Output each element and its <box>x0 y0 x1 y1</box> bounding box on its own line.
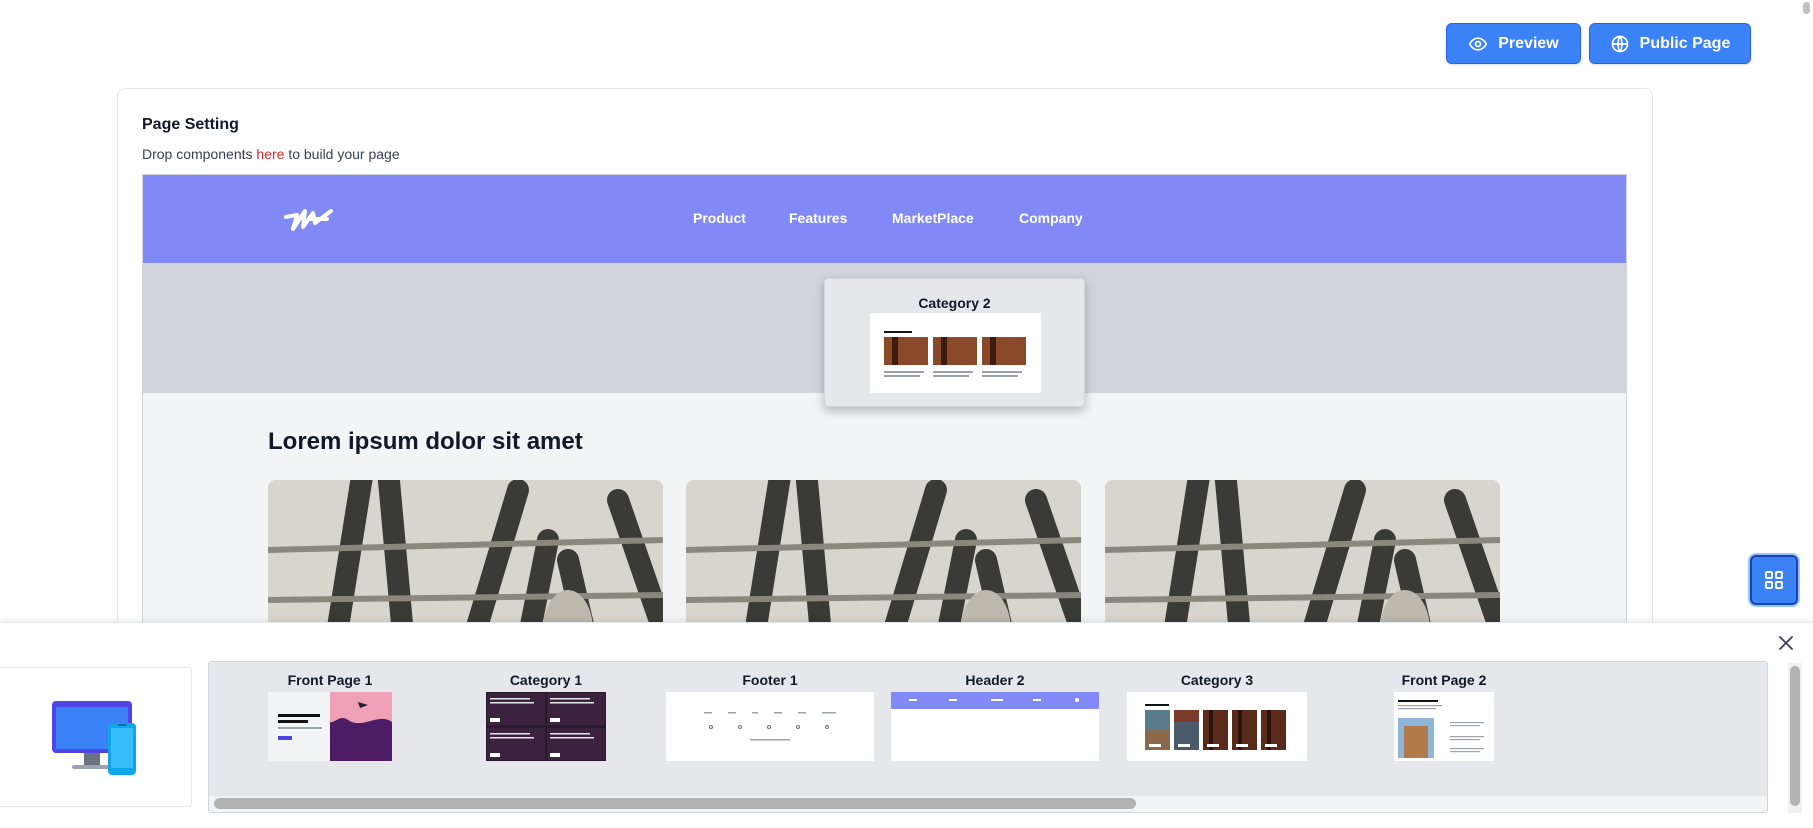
public-page-label: Public Page <box>1639 34 1731 52</box>
component-label: Footer 1 <box>742 672 798 688</box>
component-thumbnail <box>486 692 606 761</box>
drop-hint-suffix: to build your page <box>284 146 400 162</box>
dragging-component-title: Category 2 <box>918 295 991 311</box>
nav-link-marketplace[interactable]: MarketPlace <box>892 210 974 226</box>
nav-link-features[interactable]: Features <box>789 210 847 226</box>
component-thumbnail <box>891 692 1099 761</box>
drop-hint-here: here <box>256 146 285 162</box>
close-icon[interactable] <box>1776 633 1796 653</box>
preview-button[interactable]: Preview <box>1446 23 1581 64</box>
page-scrollbar[interactable] <box>1800 0 1813 622</box>
component-label: Category 1 <box>509 672 583 688</box>
public-page-button[interactable]: Public Page <box>1589 23 1751 64</box>
component-thumbnail <box>1127 692 1307 761</box>
grid-icon <box>1765 571 1783 589</box>
component-header-2[interactable]: Header 2 <box>890 672 1100 761</box>
components-drawer: Front Page 1 Category 1 Footer 1 Header … <box>0 622 1813 828</box>
dragging-component-preview[interactable]: Category 2 <box>824 278 1085 407</box>
component-thumbnail <box>268 692 392 761</box>
nav-link-product[interactable]: Product <box>693 210 746 226</box>
component-category-3[interactable]: Category 3 <box>1127 672 1307 761</box>
component-strip: Front Page 1 Category 1 Footer 1 Header … <box>208 661 1768 813</box>
preview-label: Preview <box>1498 34 1559 52</box>
component-strip-scrollbar-thumb[interactable] <box>214 798 1136 809</box>
component-thumbnail <box>1394 692 1494 761</box>
component-label: Front Page 2 <box>1401 672 1487 688</box>
globe-icon <box>1611 35 1628 52</box>
component-category-1[interactable]: Category 1 <box>481 672 611 761</box>
drop-hint: Drop components here to build your page <box>142 146 400 162</box>
page-setting-title: Page Setting <box>142 116 239 133</box>
component-label: Category 3 <box>1180 672 1254 688</box>
eye-icon <box>1468 36 1488 51</box>
section-title: Lorem ipsum dolor sit amet <box>268 428 583 455</box>
component-thumbnail <box>666 692 874 761</box>
nav-link-company[interactable]: Company <box>1019 210 1083 226</box>
device-view-toggle[interactable] <box>0 667 192 807</box>
drop-hint-prefix: Drop components <box>142 146 257 162</box>
devices-icon <box>52 701 136 775</box>
component-strip-scrollbar[interactable] <box>209 796 1767 812</box>
canvas-navbar: Product Features MarketPlace Company <box>143 175 1626 263</box>
brand-logo-icon <box>284 209 333 231</box>
component-label: Front Page 1 <box>287 672 373 688</box>
component-front-page-2[interactable]: Front Page 2 <box>1379 672 1509 761</box>
dragging-component-thumbnail <box>870 313 1041 393</box>
component-footer-1[interactable]: Footer 1 <box>665 672 875 761</box>
component-label: Header 2 <box>965 672 1025 688</box>
drawer-scrollbar[interactable] <box>1788 663 1802 813</box>
component-front-page-1[interactable]: Front Page 1 <box>265 672 395 761</box>
components-toggle-button[interactable] <box>1750 555 1798 605</box>
